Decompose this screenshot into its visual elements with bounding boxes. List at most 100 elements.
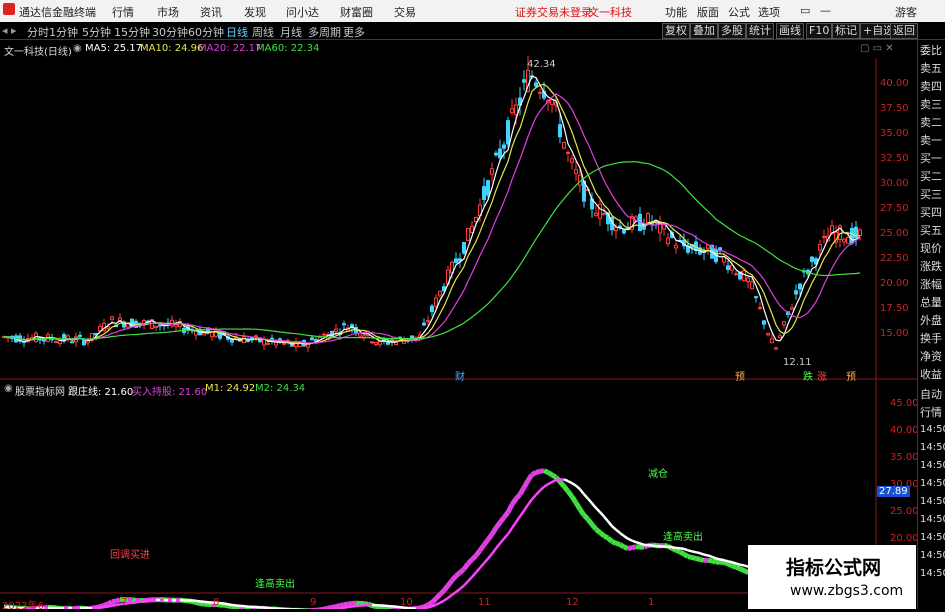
kline-chart[interactable] xyxy=(0,40,917,609)
indicator-band-segment xyxy=(552,475,556,477)
rp-auto[interactable]: 自动 xyxy=(920,386,942,402)
ind-y-tick: 45.00 xyxy=(890,398,919,409)
minimize-icon[interactable]: — xyxy=(820,4,831,17)
candle-body xyxy=(371,342,374,343)
period-15min[interactable]: 15分钟 xyxy=(114,24,150,40)
period-weekly[interactable]: 周线 xyxy=(252,24,274,40)
date-tick: 11 xyxy=(478,597,491,608)
top-menu-bar: 通达信金融终端 行情 市场 资讯 发现 问小达 财富圈 交易 证券交易未登录 文… xyxy=(0,0,945,23)
tool-duogu[interactable]: 多股 xyxy=(718,23,746,39)
current-value-badge: 27.89 xyxy=(877,486,910,497)
y-tick: 17.50 xyxy=(880,303,909,314)
indicator-band-segment xyxy=(676,550,680,552)
login-notice[interactable]: 证券交易未登录 xyxy=(515,4,592,20)
period-30min[interactable]: 30分钟 xyxy=(152,24,188,40)
rp-change-pct: 涨幅 xyxy=(920,276,942,292)
indicator-genzhuang: 跟庄线: 21.60 xyxy=(68,383,133,398)
indicator-line-segment xyxy=(148,600,152,601)
annotation-fenggao1: 逢高卖出 xyxy=(255,575,295,590)
indicator-line-segment xyxy=(652,545,656,546)
marker-zhang[interactable]: 涨 xyxy=(817,368,827,383)
period-fenshi[interactable]: 分时 xyxy=(27,24,49,40)
tool-tongji[interactable]: 统计 xyxy=(746,23,774,39)
tool-f10[interactable]: F10 xyxy=(806,23,832,39)
period-multi[interactable]: 多周期 xyxy=(308,24,341,40)
candle-body xyxy=(243,336,246,342)
annotation-fenggao2: 逢高卖出 xyxy=(663,528,703,543)
period-daily[interactable]: 日线 xyxy=(226,24,248,40)
tool-fanhui[interactable]: 返回 xyxy=(890,23,918,39)
candle-body xyxy=(791,308,794,310)
candle-body xyxy=(619,226,622,227)
marker-cai[interactable]: 财 xyxy=(455,368,465,383)
indicator-line-segment xyxy=(96,608,100,609)
indicator-band-segment xyxy=(376,607,380,608)
rp-quote[interactable]: 行情 xyxy=(920,404,942,420)
rp-netasset: 净资 xyxy=(920,348,942,364)
menu-banmian[interactable]: 版面 xyxy=(697,4,719,20)
menu-hangqing[interactable]: 行情 xyxy=(112,4,134,20)
menu-gongneng[interactable]: 功能 xyxy=(665,4,687,20)
tool-fuquan[interactable]: 复权 xyxy=(662,23,690,39)
candle-body xyxy=(295,341,298,346)
period-more[interactable]: 更多 xyxy=(343,24,365,40)
indicator-band-segment xyxy=(432,599,436,603)
high-price-label: 42.34 xyxy=(527,59,556,70)
menu-xuanxiang[interactable]: 选项 xyxy=(758,4,780,20)
indicator-line-segment xyxy=(348,607,352,608)
indicator-band-segment xyxy=(548,472,552,475)
candle-body xyxy=(795,291,798,294)
nav-arrows-icon[interactable]: ◂ ▸ xyxy=(2,24,17,37)
indicator-line-segment xyxy=(540,487,544,491)
indicator-m1: M1: 24.92 xyxy=(205,383,255,394)
period-1min[interactable]: 1分钟 xyxy=(49,24,78,40)
indicator-line-segment xyxy=(548,482,552,484)
indicator-band-segment xyxy=(468,560,472,564)
indicator-line-segment xyxy=(716,558,720,559)
marker-die[interactable]: 跌 xyxy=(803,368,813,383)
period-monthly[interactable]: 月线 xyxy=(280,24,302,40)
menu-wenxiaoda[interactable]: 问小达 xyxy=(286,4,319,20)
menu-jiaoyi[interactable]: 交易 xyxy=(394,4,416,20)
menu-shichang[interactable]: 市场 xyxy=(157,4,179,20)
tool-biaoji[interactable]: 标记 xyxy=(832,23,860,39)
rp-sell3: 卖三 xyxy=(920,96,942,112)
indicator-line-segment xyxy=(592,503,596,508)
candle-body xyxy=(111,317,114,319)
y-tick: 25.00 xyxy=(880,228,909,239)
rp-turnover: 换手 xyxy=(920,330,942,346)
period-60min[interactable]: 60分钟 xyxy=(188,24,224,40)
menu-faxian[interactable]: 发现 xyxy=(244,4,266,20)
indicator-band-segment xyxy=(588,519,592,524)
indicator-band-segment xyxy=(456,573,460,576)
tool-diejia[interactable]: 叠加 xyxy=(690,23,718,39)
menu-caifuquan[interactable]: 财富圈 xyxy=(340,4,373,20)
tool-huaxian[interactable]: 画线 xyxy=(776,23,804,39)
menu-zixun[interactable]: 资讯 xyxy=(200,4,222,20)
indicator-band-segment xyxy=(332,606,336,607)
candle-body xyxy=(771,339,774,343)
indicator-band-segment xyxy=(480,545,484,551)
candle-body xyxy=(87,341,90,343)
candle-body xyxy=(811,257,814,261)
menu-icon[interactable]: ▭ xyxy=(800,4,810,17)
period-5min[interactable]: 5分钟 xyxy=(82,24,111,40)
indicator-band-segment xyxy=(540,471,544,472)
indicator-line-segment xyxy=(476,568,480,573)
rp-time: 14:50 xyxy=(920,550,945,561)
candle-body xyxy=(311,338,314,340)
indicator-band-segment xyxy=(724,562,728,564)
candle-body xyxy=(463,242,466,253)
indicator-settings-icon[interactable]: ◉ xyxy=(4,383,13,394)
marker-yu2[interactable]: 预 xyxy=(846,368,856,383)
y-tick: 27.50 xyxy=(880,203,909,214)
indicator-band-segment xyxy=(560,482,564,487)
candle-body xyxy=(851,229,854,244)
indicator-band-segment xyxy=(444,586,448,591)
marker-yu[interactable]: 预 xyxy=(735,368,745,383)
menu-gongshi[interactable]: 公式 xyxy=(728,4,750,20)
rp-buy5: 买五 xyxy=(920,222,942,238)
guest-label[interactable]: 游客 xyxy=(895,4,917,20)
candle-body xyxy=(503,145,506,148)
indicator-line-segment xyxy=(116,604,120,605)
